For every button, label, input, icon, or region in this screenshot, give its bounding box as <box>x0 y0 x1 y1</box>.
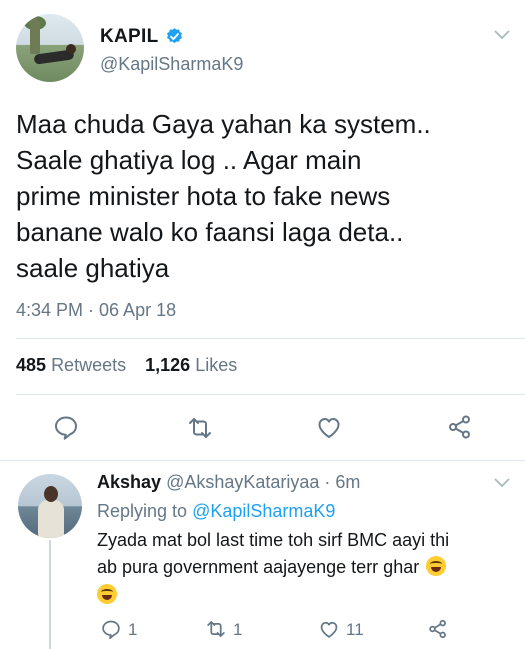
reply-reply-button[interactable]: 1 <box>100 618 137 642</box>
verified-badge-icon <box>166 28 183 44</box>
tweet-header: KAPIL @KapilSharmaK9 <box>0 0 525 90</box>
chevron-down-icon[interactable] <box>494 478 510 488</box>
reply-retweet-button[interactable]: 1 <box>205 618 242 642</box>
display-name[interactable]: KAPIL <box>100 26 159 48</box>
retweets-label[interactable]: Retweets <box>51 355 126 375</box>
reply-text-line-2: ab pura government aajayenge terr ghar <box>97 554 517 581</box>
likes-label[interactable]: Likes <box>195 355 237 375</box>
reply-text-line: Zyada mat bol last time toh sirf BMC aay… <box>97 530 450 550</box>
reply-like-button[interactable]: 11 <box>318 618 364 642</box>
heart-icon <box>320 621 338 638</box>
tweet-text-line: saale ghatiya <box>16 253 170 283</box>
tweet-text: Maa chuda Gaya yahan ka system.. Saale g… <box>16 106 516 286</box>
divider <box>0 460 525 461</box>
retweet-count: 1 <box>233 620 243 639</box>
avatar-person-body <box>38 500 64 538</box>
reply-share-button[interactable] <box>427 618 449 642</box>
reply-display-name[interactable]: Akshay <box>97 472 161 492</box>
reply-text: Zyada mat bol last time toh sirf BMC aay… <box>97 527 517 604</box>
reply-count: 1 <box>128 620 138 639</box>
replying-to-mention[interactable]: @KapilSharmaK9 <box>192 501 335 521</box>
heart-icon[interactable] <box>315 413 343 441</box>
chevron-down-icon[interactable] <box>494 30 510 40</box>
reply-icon <box>102 620 120 640</box>
replying-to-prefix: Replying to <box>97 501 188 521</box>
thread-line <box>49 540 51 649</box>
reply-header: Akshay @AkshayKatariyaa · 6m <box>97 472 360 493</box>
reply-handle[interactable]: @AkshayKatariyaa <box>166 472 319 492</box>
avatar-person-head <box>66 44 76 54</box>
tweet-text-line: Saale ghatiya log .. Agar main <box>16 145 362 175</box>
avatar-person-head <box>44 486 58 502</box>
divider <box>16 394 525 395</box>
tweet-text-line: prime minister hota to fake news <box>16 181 391 211</box>
retweets-count[interactable]: 485 <box>16 355 46 375</box>
tweet-text-line: Maa chuda Gaya yahan ka system.. <box>16 109 431 139</box>
reply-time: · 6m <box>324 472 361 492</box>
retweet-icon <box>207 621 225 637</box>
handle[interactable]: @KapilSharmaK9 <box>100 54 243 75</box>
share-icon[interactable] <box>446 413 474 441</box>
share-icon <box>429 619 446 639</box>
retweet-icon[interactable] <box>186 414 214 442</box>
rolling-laughing-emoji <box>426 556 447 576</box>
reply-avatar[interactable] <box>18 474 82 538</box>
divider <box>16 338 525 339</box>
reply-text-line: ab pura government aajayenge terr ghar <box>97 557 420 577</box>
replying-to: Replying to @KapilSharmaK9 <box>97 501 335 522</box>
avatar[interactable] <box>16 14 84 82</box>
tweet-text-line: banane walo ko faansi laga deta.. <box>16 217 404 247</box>
avatar-tree-trunk <box>30 18 40 54</box>
tweet-timestamp[interactable]: 4:34 PM · 06 Apr 18 <box>16 300 176 321</box>
reply-icon[interactable] <box>52 413 80 441</box>
rolling-laughing-emoji <box>97 584 117 604</box>
like-count: 11 <box>346 620 364 639</box>
likes-count[interactable]: 1,126 <box>145 355 190 375</box>
tweet-stats: 485 Retweets 1,126 Likes <box>16 355 237 376</box>
